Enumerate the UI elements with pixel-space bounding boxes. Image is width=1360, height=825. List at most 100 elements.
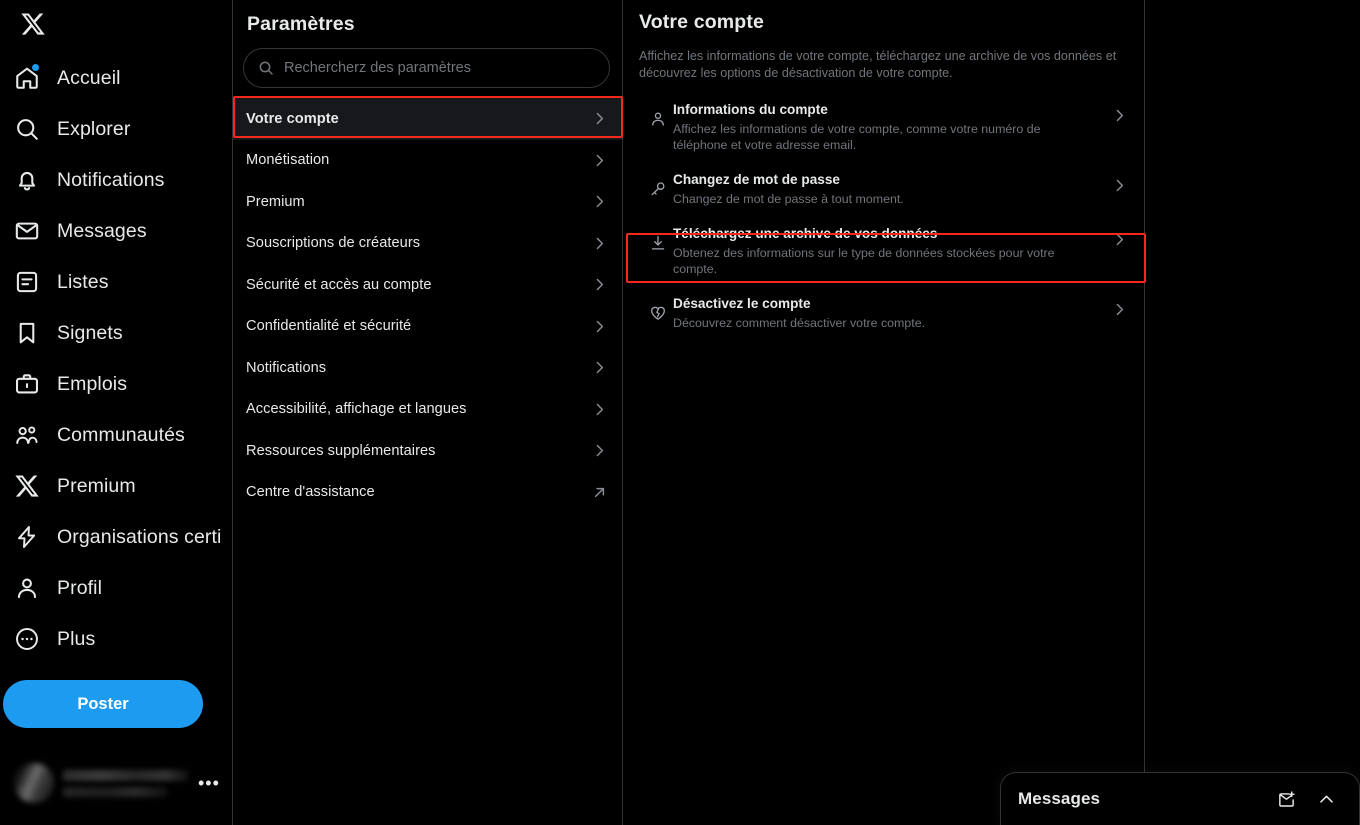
settings-item-notifications[interactable]: Notifications <box>233 347 622 389</box>
sidebar-item-emplois[interactable]: Emplois <box>4 358 139 409</box>
settings-item-monetisation[interactable]: Monétisation <box>233 140 622 182</box>
logo-row <box>0 0 232 52</box>
settings-item-label: Sécurité et accès au compte <box>246 276 432 293</box>
ellipsis-icon[interactable]: ••• <box>198 773 224 794</box>
option-informations-du-compte[interactable]: Informations du compte Affichez les info… <box>623 92 1144 162</box>
x-logo-button[interactable] <box>12 5 54 47</box>
account-detail-panel: Votre compte Affichez les informations d… <box>623 0 1145 825</box>
sidebar-item-label: Signets <box>57 321 123 344</box>
x-logo-icon <box>14 473 40 499</box>
sidebar-item-listes[interactable]: Listes <box>4 256 121 307</box>
page-title: Votre compte <box>639 11 764 33</box>
bookmark-icon <box>14 320 40 346</box>
option-changez-de-mot-de-passe[interactable]: Changez de mot de passe Changez de mot d… <box>623 162 1144 216</box>
settings-item-label: Votre compte <box>246 110 339 127</box>
chevron-right-icon <box>1108 225 1130 248</box>
sidebar-item-communautes[interactable]: Communautés <box>4 409 197 460</box>
chevron-up-icon[interactable] <box>1311 784 1341 814</box>
option-subtitle: Découvrez comment désactiver votre compt… <box>673 316 926 330</box>
sidebar-item-label: Premium <box>57 474 136 497</box>
sidebar-item-label: Listes <box>57 270 109 293</box>
settings-item-label: Ressources supplémentaires <box>246 442 436 459</box>
chevron-right-icon <box>591 193 608 210</box>
sidebar-item-messages[interactable]: Messages <box>4 205 159 256</box>
settings-item-votre-compte[interactable]: Votre compte <box>233 98 622 140</box>
settings-item-label: Notifications <box>246 359 327 376</box>
more-circle-icon <box>14 626 40 652</box>
lightning-icon <box>14 524 40 550</box>
settings-item-premium[interactable]: Premium <box>233 181 622 223</box>
settings-item-label: Centre d'assistance <box>246 484 375 501</box>
chevron-right-icon <box>591 401 608 418</box>
search-icon <box>258 60 274 76</box>
sidebar-item-accueil[interactable]: Accueil <box>4 52 133 103</box>
sidebar-item-premium[interactable]: Premium <box>4 460 148 511</box>
account-name-blurred <box>63 769 189 797</box>
notification-badge-dot <box>32 63 39 71</box>
person-icon <box>14 575 40 601</box>
settings-item-ressources-supplementaires[interactable]: Ressources supplémentaires <box>233 430 622 472</box>
sidebar-item-profil[interactable]: Profil <box>4 562 114 613</box>
settings-search-input[interactable] <box>284 60 595 76</box>
sidebar-item-label: Plus <box>57 627 96 650</box>
envelope-icon <box>14 218 40 244</box>
sidebar-item-notifications[interactable]: Notifications <box>4 154 177 205</box>
messages-dock[interactable]: Messages <box>1000 772 1360 825</box>
bell-icon <box>14 167 40 193</box>
option-telechargez-une-archive[interactable]: Téléchargez une archive de vos données O… <box>623 216 1144 286</box>
briefcase-icon <box>14 371 40 397</box>
settings-nav-list: Votre compte Monétisation Premium Souscr… <box>233 98 622 513</box>
external-link-icon <box>591 484 608 501</box>
messages-dock-title: Messages <box>1018 789 1101 808</box>
sidebar-item-explorer[interactable]: Explorer <box>4 103 142 154</box>
option-title: Changez de mot de passe <box>673 172 840 187</box>
chevron-right-icon <box>591 235 608 252</box>
settings-item-label: Monétisation <box>246 152 330 169</box>
right-column: Messages <box>1000 0 1360 825</box>
broken-heart-icon <box>639 295 673 322</box>
chevron-right-icon <box>1108 171 1130 194</box>
settings-item-label: Premium <box>246 193 305 210</box>
account-switcher[interactable]: ••• <box>6 755 224 811</box>
sidebar-item-label: Messages <box>57 219 147 242</box>
settings-search-wrap <box>233 48 622 98</box>
nav-list: Accueil Explorer Notifications Messages <box>0 52 232 664</box>
chevron-right-icon <box>1108 295 1130 318</box>
sidebar-item-organisations-certifiees[interactable]: Organisations certi <box>4 511 221 562</box>
settings-item-label: Souscriptions de créateurs <box>246 235 421 252</box>
key-icon <box>639 171 673 198</box>
x-settings-page: Accueil Explorer Notifications Messages <box>0 0 1360 825</box>
sidebar-item-label: Profil <box>57 576 103 599</box>
sidebar-item-label: Communautés <box>57 423 185 446</box>
download-icon <box>639 225 673 252</box>
chevron-right-icon <box>591 442 608 459</box>
option-title: Informations du compte <box>673 102 828 117</box>
search-icon <box>14 116 40 142</box>
sidebar-item-signets[interactable]: Signets <box>4 307 135 358</box>
chevron-right-icon <box>591 276 608 293</box>
settings-item-confidentialite-et-securite[interactable]: Confidentialité et sécurité <box>233 306 622 348</box>
settings-search-box[interactable] <box>243 48 610 88</box>
chevron-right-icon <box>591 318 608 335</box>
settings-item-label: Accessibilité, affichage et langues <box>246 401 467 418</box>
page-description: Affichez les informations de votre compt… <box>639 49 1117 80</box>
sidebar-item-plus[interactable]: Plus <box>4 613 107 664</box>
sidebar-item-label: Explorer <box>57 117 131 140</box>
sidebar-item-label: Notifications <box>57 168 165 191</box>
x-logo-icon <box>20 11 46 42</box>
home-icon <box>14 63 40 91</box>
new-message-icon[interactable] <box>1271 784 1301 814</box>
option-title: Désactivez le compte <box>673 296 811 311</box>
sidebar-item-label: Emplois <box>57 372 128 395</box>
settings-title: Paramètres <box>247 13 355 35</box>
settings-item-souscriptions-de-createurs[interactable]: Souscriptions de créateurs <box>233 223 622 265</box>
settings-item-accessibilite-affichage-et-langues[interactable]: Accessibilité, affichage et langues <box>233 389 622 431</box>
option-title: Téléchargez une archive de vos données <box>673 226 938 241</box>
post-button[interactable]: Poster <box>3 680 203 728</box>
settings-item-centre-dassistance[interactable]: Centre d'assistance <box>233 472 622 514</box>
list-icon <box>14 269 40 295</box>
left-sidebar: Accueil Explorer Notifications Messages <box>0 0 233 825</box>
option-desactivez-le-compte[interactable]: Désactivez le compte Découvrez comment d… <box>623 286 1144 340</box>
settings-item-securite-et-acces-au-compte[interactable]: Sécurité et accès au compte <box>233 264 622 306</box>
chevron-right-icon <box>591 359 608 376</box>
